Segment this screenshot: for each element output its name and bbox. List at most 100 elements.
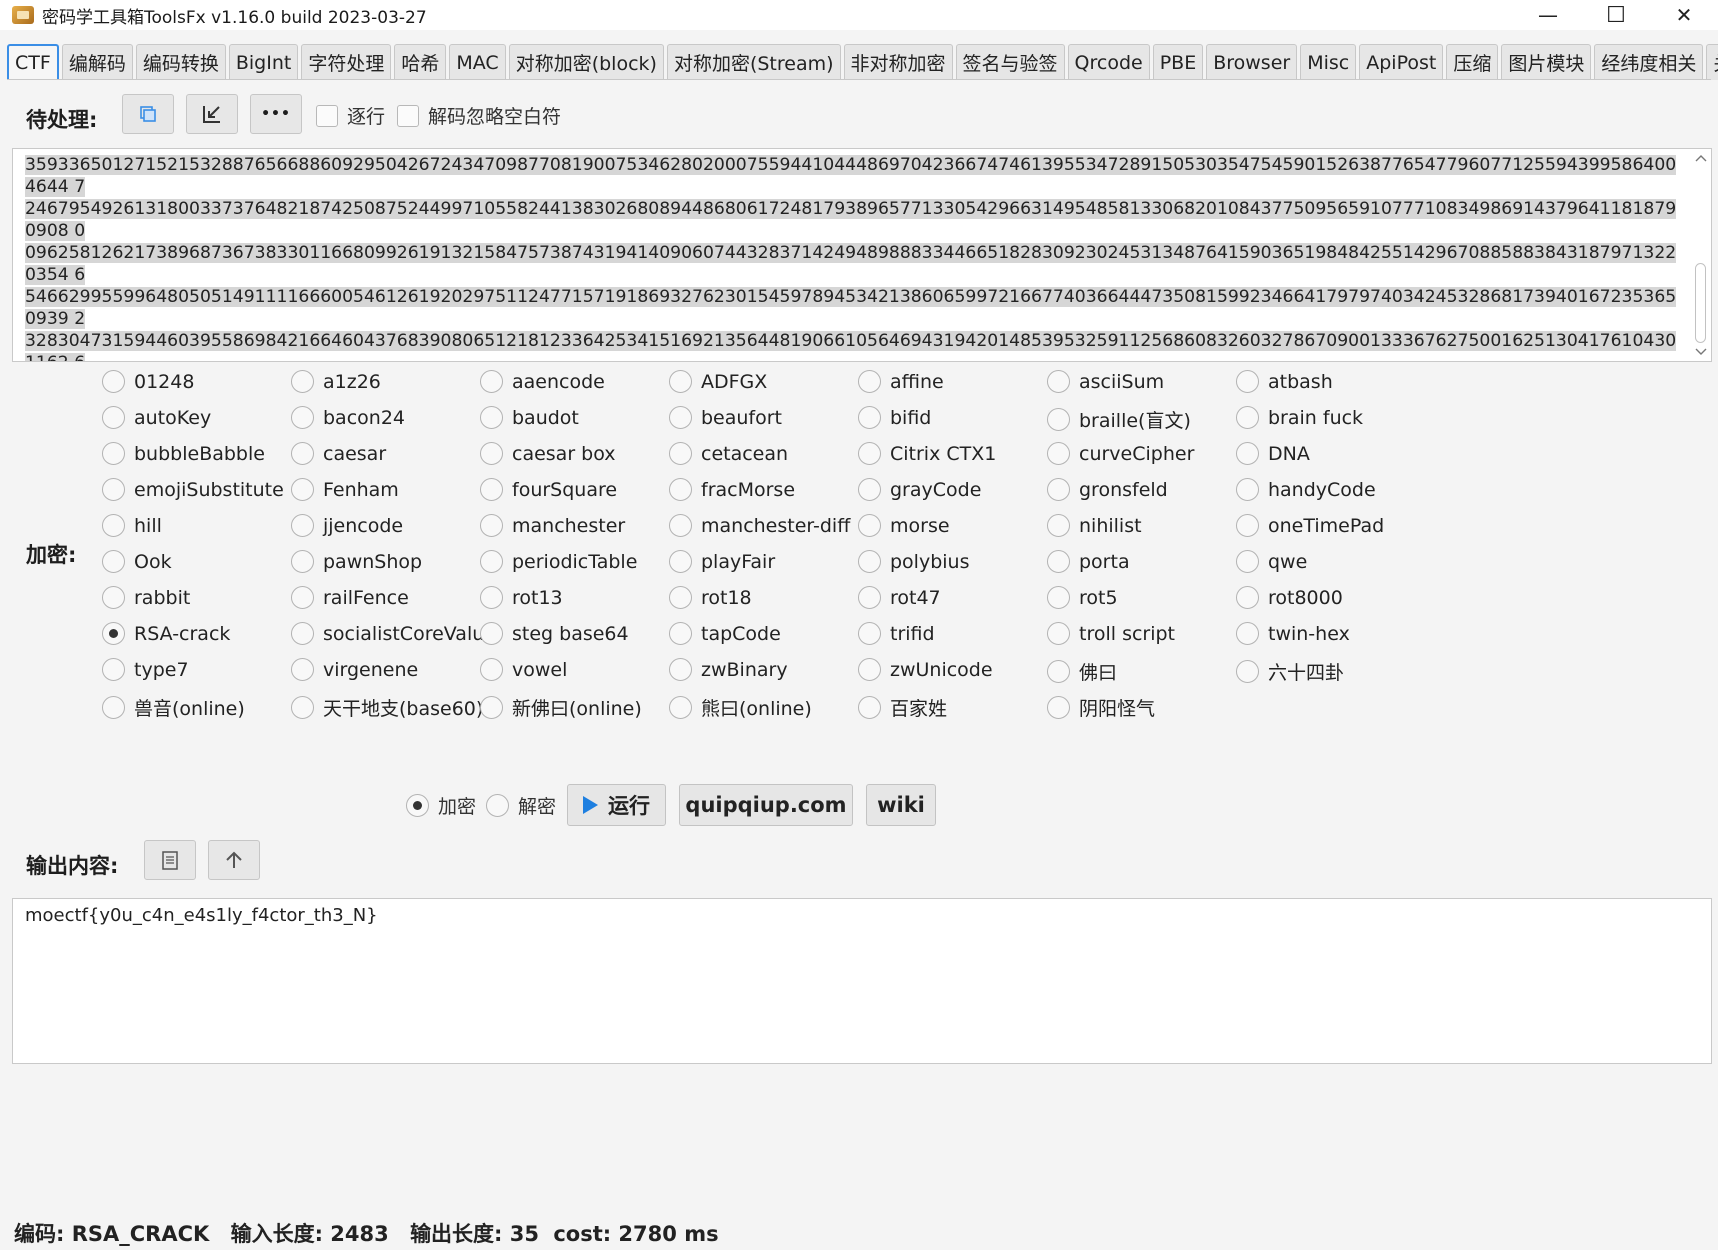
algorithm-option[interactable]: jjencode	[291, 514, 403, 537]
algorithm-option[interactable]: 新佛曰(online)	[480, 694, 642, 721]
tab-8[interactable]: 对称加密(Stream)	[666, 44, 841, 80]
algorithm-radio[interactable]	[858, 370, 881, 393]
algorithm-radio[interactable]	[102, 550, 125, 573]
tab-2[interactable]: 编码转换	[135, 44, 226, 80]
algorithm-radio[interactable]	[1236, 586, 1259, 609]
algorithm-radio[interactable]	[1047, 660, 1070, 683]
algorithm-option[interactable]: rabbit	[102, 586, 190, 609]
algorithm-radio[interactable]	[858, 442, 881, 465]
run-button[interactable]: 运行	[567, 784, 666, 826]
algorithm-option[interactable]: asciiSum	[1047, 370, 1164, 393]
algorithm-option[interactable]: Ook	[102, 550, 172, 573]
import-button[interactable]	[186, 94, 238, 134]
algorithm-radio[interactable]	[858, 550, 881, 573]
algorithm-option[interactable]: qwe	[1236, 550, 1307, 573]
algorithm-radio[interactable]	[669, 658, 692, 681]
tab-4[interactable]: 字符处理	[301, 44, 392, 80]
algorithm-option[interactable]: rot13	[480, 586, 563, 609]
output-content[interactable]: moectf{y0u_c4n_e4s1ly_f4ctor_th3_N}	[25, 905, 378, 926]
encrypt-mode-dot[interactable]	[406, 794, 429, 817]
algorithm-radio[interactable]	[102, 586, 125, 609]
minimize-button[interactable]: —	[1514, 0, 1582, 30]
algorithm-option[interactable]: vowel	[480, 658, 567, 681]
algorithm-radio[interactable]	[480, 586, 503, 609]
maximize-button[interactable]: ☐	[1582, 0, 1650, 30]
algorithm-radio[interactable]	[102, 370, 125, 393]
algorithm-radio[interactable]	[291, 370, 314, 393]
input-textarea[interactable]: 3593365012715215328876566886092950426724…	[12, 148, 1712, 362]
wiki-button[interactable]: wiki	[866, 784, 936, 826]
tab-16[interactable]: 压缩	[1446, 44, 1499, 80]
algorithm-radio[interactable]	[102, 442, 125, 465]
algorithm-radio[interactable]	[102, 514, 125, 537]
tab-10[interactable]: 签名与验签	[955, 44, 1065, 80]
algorithm-radio[interactable]	[291, 586, 314, 609]
algorithm-option[interactable]: handyCode	[1236, 478, 1376, 501]
algorithm-option[interactable]: tapCode	[669, 622, 781, 645]
algorithm-option[interactable]: periodicTable	[480, 550, 637, 573]
tab-1[interactable]: 编解码	[61, 44, 133, 80]
algorithm-radio[interactable]	[291, 478, 314, 501]
algorithm-option[interactable]: polybius	[858, 550, 970, 573]
algorithm-radio[interactable]	[669, 406, 692, 429]
algorithm-option[interactable]: rot8000	[1236, 586, 1343, 609]
tab-19[interactable]: 关于	[1706, 44, 1718, 80]
algorithm-radio[interactable]	[1236, 622, 1259, 645]
algorithm-option[interactable]: baudot	[480, 406, 579, 429]
tab-14[interactable]: Misc	[1300, 44, 1357, 80]
algorithm-option[interactable]: cetacean	[669, 442, 788, 465]
algorithm-radio[interactable]	[480, 622, 503, 645]
output-textarea[interactable]: moectf{y0u_c4n_e4s1ly_f4ctor_th3_N}	[12, 898, 1712, 1064]
algorithm-radio[interactable]	[480, 658, 503, 681]
tab-13[interactable]: Browser	[1206, 44, 1298, 80]
tab-6[interactable]: MAC	[449, 44, 506, 80]
algorithm-option[interactable]: caesar	[291, 442, 386, 465]
algorithm-radio[interactable]	[1236, 370, 1259, 393]
algorithm-radio[interactable]	[480, 478, 503, 501]
tab-0[interactable]: CTF	[7, 44, 59, 80]
algorithm-option[interactable]: oneTimePad	[1236, 514, 1384, 537]
algorithm-option[interactable]: a1z26	[291, 370, 381, 393]
algorithm-radio[interactable]	[669, 478, 692, 501]
algorithm-radio[interactable]	[291, 514, 314, 537]
algorithm-radio[interactable]	[858, 514, 881, 537]
algorithm-radio[interactable]	[1047, 586, 1070, 609]
algorithm-radio[interactable]	[1236, 660, 1259, 683]
algorithm-option[interactable]: autoKey	[102, 406, 211, 429]
decrypt-mode-radio[interactable]: 解密	[486, 792, 556, 819]
algorithm-radio[interactable]	[291, 696, 314, 719]
algorithm-option[interactable]: bacon24	[291, 406, 405, 429]
algorithm-option[interactable]: hill	[102, 514, 162, 537]
algorithm-option[interactable]: curveCipher	[1047, 442, 1194, 465]
algorithm-radio[interactable]	[669, 514, 692, 537]
tab-5[interactable]: 哈希	[394, 44, 447, 80]
move-up-button[interactable]	[208, 840, 260, 880]
algorithm-radio[interactable]	[858, 696, 881, 719]
algorithm-option[interactable]: socialistCoreValue	[291, 622, 496, 645]
line-by-line-box[interactable]	[316, 104, 338, 127]
algorithm-radio[interactable]	[291, 622, 314, 645]
scrollbar-thumb[interactable]	[1695, 263, 1706, 343]
algorithm-option[interactable]: Citrix CTX1	[858, 442, 996, 465]
input-content[interactable]: 3593365012715215328876566886092950426724…	[25, 154, 1685, 361]
algorithm-option[interactable]: bubbleBabble	[102, 442, 265, 465]
algorithm-option[interactable]: 阴阳怪气	[1047, 694, 1155, 721]
algorithm-option[interactable]: ADFGX	[669, 370, 767, 393]
algorithm-radio[interactable]	[1047, 370, 1070, 393]
copy-output-button[interactable]	[144, 840, 196, 880]
close-button[interactable]: ✕	[1650, 0, 1718, 30]
algorithm-option[interactable]: DNA	[1236, 442, 1310, 465]
algorithm-radio[interactable]	[1236, 406, 1259, 429]
tab-3[interactable]: BigInt	[228, 44, 299, 80]
algorithm-radio[interactable]	[102, 658, 125, 681]
algorithm-option[interactable]: 六十四卦	[1236, 658, 1344, 685]
algorithm-option[interactable]: gronsfeld	[1047, 478, 1168, 501]
algorithm-radio[interactable]	[858, 658, 881, 681]
algorithm-option[interactable]: grayCode	[858, 478, 981, 501]
decrypt-mode-dot[interactable]	[486, 794, 509, 817]
algorithm-radio[interactable]	[669, 442, 692, 465]
algorithm-option[interactable]: rot18	[669, 586, 752, 609]
algorithm-option[interactable]: type7	[102, 658, 189, 681]
algorithm-option[interactable]: affine	[858, 370, 944, 393]
tab-11[interactable]: Qrcode	[1067, 44, 1150, 80]
